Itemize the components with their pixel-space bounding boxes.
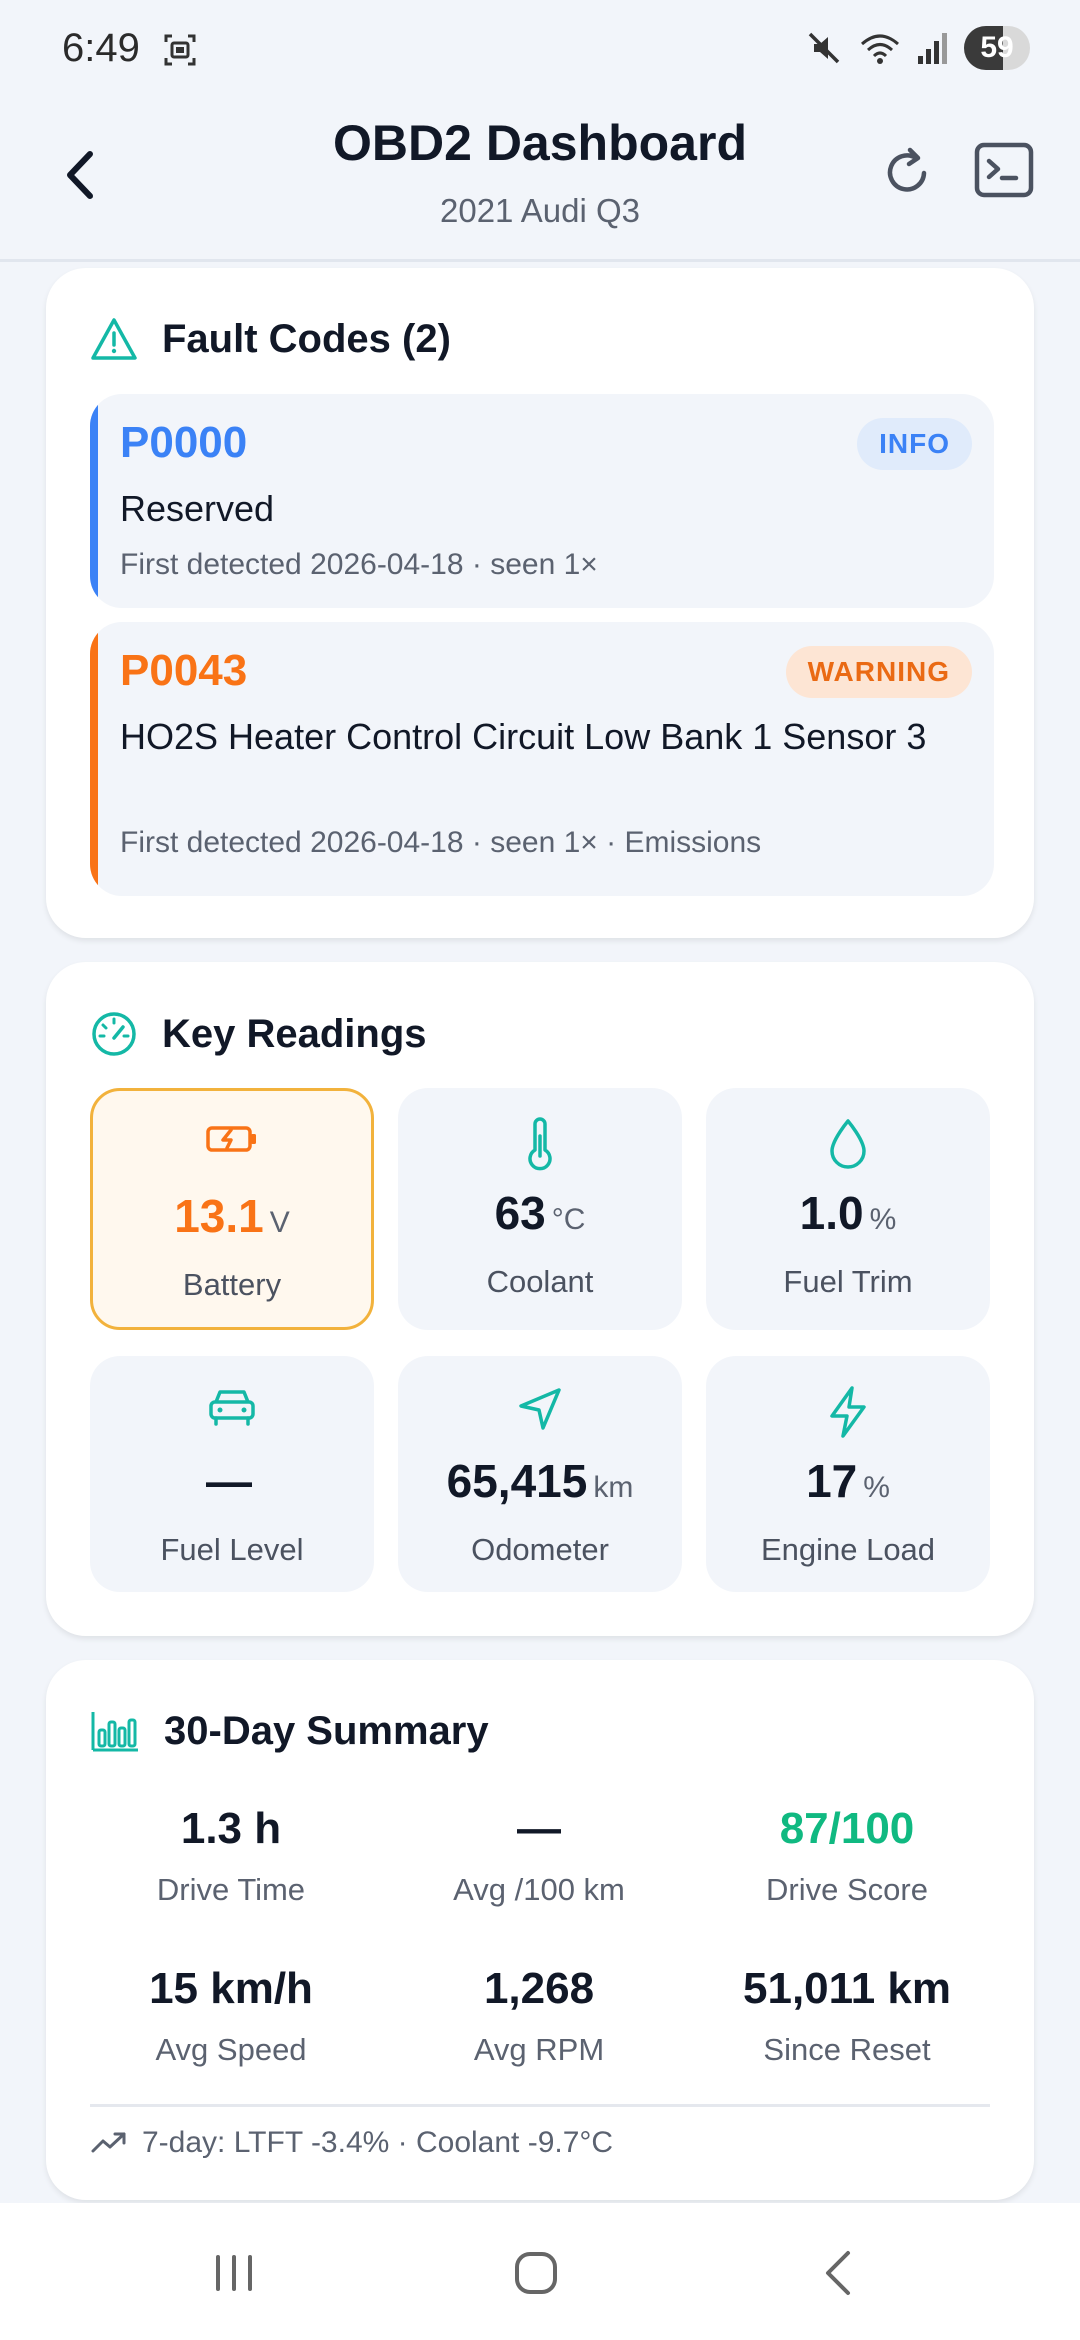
reading-value: 65,415 bbox=[446, 1455, 588, 1507]
screen: 6:49 59 OBD2 Dashboard 2021 Audi Q3 Faul… bbox=[0, 0, 1080, 2340]
nav-back-icon[interactable] bbox=[800, 2243, 880, 2303]
fault-severity-bar bbox=[90, 394, 98, 608]
reading-value-row: — bbox=[90, 1454, 374, 1508]
fault-meta: First detected 2026-04-18 · seen 1× · Em… bbox=[120, 826, 762, 859]
stat-drive-time: 1.3 h Drive Time bbox=[78, 1804, 384, 1908]
recent-apps-icon[interactable] bbox=[194, 2243, 274, 2303]
reading-unit: km bbox=[593, 1471, 634, 1504]
reading-unit: % bbox=[869, 1203, 897, 1236]
fault-description: Reserved bbox=[120, 488, 275, 529]
reading-tile-engine-load[interactable]: 17% Engine Load bbox=[706, 1356, 990, 1592]
reading-label: Fuel Level bbox=[160, 1532, 304, 1567]
terminal-icon[interactable] bbox=[974, 142, 1034, 200]
reading-value-row: 65,415 km bbox=[398, 1454, 682, 1508]
reading-value-row: 17% bbox=[706, 1454, 990, 1508]
fault-meta: First detected 2026-04-18 · seen 1× bbox=[120, 548, 598, 581]
key-readings-header: Key Readings bbox=[90, 1010, 427, 1058]
fault-code: P0000 bbox=[120, 418, 248, 467]
status-time: 6:49 bbox=[62, 26, 140, 70]
fault-item-p0000[interactable]: P0000 INFO Reserved First detected 2026-… bbox=[90, 394, 994, 608]
gauge-icon bbox=[92, 1012, 136, 1056]
fault-code: P0043 bbox=[120, 646, 248, 695]
battery-charging-icon bbox=[206, 1126, 256, 1152]
stat-avg-rpm: 1,268 Avg RPM bbox=[386, 1964, 692, 2068]
fault-codes-header: Fault Codes (2) bbox=[90, 316, 451, 362]
reading-tile-fuel-trim[interactable]: 1.0% Fuel Trim bbox=[706, 1088, 990, 1330]
stat-value: 1.3 h bbox=[180, 1804, 282, 1853]
stat-value: 87/100 bbox=[779, 1804, 915, 1853]
fault-description: HO2S Heater Control Circuit Low Bank 1 S… bbox=[120, 716, 927, 757]
status-bar: 6:49 59 bbox=[0, 0, 1080, 100]
screenshot-icon bbox=[164, 34, 196, 66]
stat-label: Drive Score bbox=[766, 1872, 928, 1907]
reading-unit: V bbox=[269, 1206, 290, 1239]
battery-indicator: 59 bbox=[964, 26, 1030, 70]
lightning-icon bbox=[830, 1386, 866, 1438]
droplet-icon bbox=[830, 1119, 866, 1169]
stat-since-reset: 51,011 km Since Reset bbox=[694, 1964, 1000, 2068]
key-readings-title: Key Readings bbox=[162, 1011, 427, 1056]
stat-value: 1,268 bbox=[483, 1964, 595, 2013]
key-readings-card: Key Readings 13.1 V Battery 63 °C Coolant bbox=[46, 962, 1034, 1636]
signal-icon bbox=[918, 33, 947, 64]
reading-unit: °C bbox=[551, 1203, 586, 1236]
reading-unit: % bbox=[863, 1471, 890, 1504]
reading-tile-odometer[interactable]: 65,415 km Odometer bbox=[398, 1356, 682, 1592]
reading-tile-fuel-level[interactable]: — Fuel Level bbox=[90, 1356, 374, 1592]
trend-row: 7-day: LTFT -3.4% · Coolant -9.7°C bbox=[90, 2126, 613, 2160]
fault-codes-title: Fault Codes (2) bbox=[162, 316, 451, 361]
stat-avg-consumption: — Avg /100 km bbox=[386, 1804, 692, 1908]
warning-badge: WARNING bbox=[785, 646, 972, 698]
info-badge: INFO bbox=[857, 418, 972, 470]
stat-drive-score: 87/100 Drive Score bbox=[694, 1804, 1000, 1908]
reading-value-row: 13.1 V bbox=[93, 1189, 371, 1243]
stat-avg-speed: 15 km/h Avg Speed bbox=[78, 1964, 384, 2068]
reading-value: 17 bbox=[806, 1455, 858, 1507]
mute-icon bbox=[808, 32, 840, 64]
reading-value: 13.1 bbox=[174, 1190, 264, 1242]
fault-codes-card: Fault Codes (2) P0000 INFO Reserved Firs… bbox=[46, 268, 1034, 938]
reading-value: 63 bbox=[494, 1187, 546, 1239]
reading-value: 1.0 bbox=[799, 1187, 864, 1239]
trend-text: 7-day: LTFT -3.4% · Coolant -9.7°C bbox=[142, 2126, 614, 2159]
wifi-icon bbox=[861, 34, 899, 64]
status-icons: 59 bbox=[804, 26, 1030, 70]
stat-label: Drive Time bbox=[156, 1872, 306, 1907]
stat-value: 15 km/h bbox=[149, 1964, 313, 2013]
reading-tile-battery[interactable]: 13.1 V Battery bbox=[90, 1088, 374, 1330]
reading-label: Fuel Trim bbox=[783, 1264, 913, 1299]
app-header: OBD2 Dashboard 2021 Audi Q3 bbox=[0, 100, 1080, 262]
reading-value-row: 1.0% bbox=[706, 1186, 990, 1240]
reading-label: Odometer bbox=[471, 1532, 609, 1567]
refresh-icon[interactable] bbox=[880, 142, 936, 204]
car-icon bbox=[209, 1390, 255, 1426]
reading-value: — bbox=[206, 1455, 252, 1507]
reading-label: Battery bbox=[182, 1267, 282, 1302]
stat-label: Avg Speed bbox=[155, 2032, 307, 2067]
reading-tile-coolant[interactable]: 63 °C Coolant bbox=[398, 1088, 682, 1330]
stat-label: Avg RPM bbox=[473, 2032, 605, 2067]
fault-item-p0043[interactable]: P0043 WARNING HO2S Heater Control Circui… bbox=[90, 622, 994, 896]
trending-up-icon bbox=[91, 2132, 126, 2153]
system-nav-bar bbox=[0, 2203, 1080, 2340]
reading-label: Coolant bbox=[486, 1264, 594, 1299]
warning-triangle-icon bbox=[91, 318, 137, 360]
home-icon[interactable] bbox=[496, 2243, 576, 2303]
stat-label: Avg /100 km bbox=[453, 1872, 625, 1907]
summary-divider bbox=[90, 2104, 990, 2107]
fault-severity-bar bbox=[90, 622, 98, 896]
battery-level-text: 59 bbox=[980, 31, 1014, 64]
thermometer-icon bbox=[528, 1117, 552, 1171]
summary-header: 30-Day Summary bbox=[90, 1708, 489, 1754]
navigation-icon bbox=[519, 1388, 561, 1430]
summary-card: 30-Day Summary 1.3 h Drive Time — Avg /1… bbox=[46, 1660, 1034, 2200]
stat-label: Since Reset bbox=[763, 2032, 931, 2067]
bar-chart-icon bbox=[91, 1712, 138, 1752]
stat-value: — bbox=[517, 1804, 561, 1853]
reading-label: Engine Load bbox=[760, 1532, 936, 1567]
stat-value: 51,011 km bbox=[743, 1964, 951, 2013]
summary-title: 30-Day Summary bbox=[164, 1708, 489, 1753]
reading-value-row: 63 °C bbox=[398, 1186, 682, 1240]
